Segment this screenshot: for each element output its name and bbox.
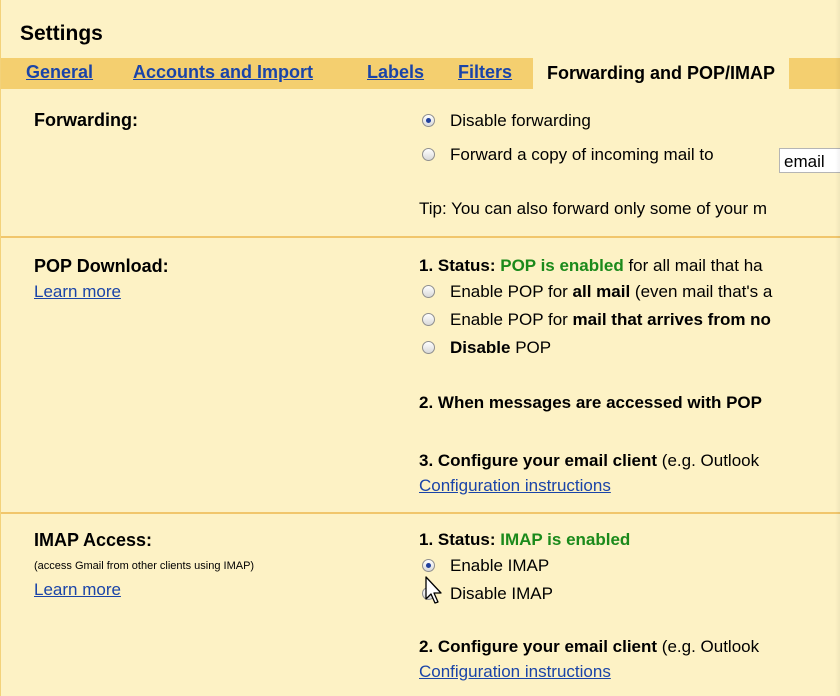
settings-panel: Settings General Accounts and Import Lab… bbox=[0, 0, 840, 696]
tab-labels[interactable]: Labels bbox=[367, 62, 424, 83]
pop-status-value: POP is enabled bbox=[500, 256, 624, 275]
tab-filters[interactable]: Filters bbox=[458, 62, 512, 83]
disable-imap-label: Disable IMAP bbox=[450, 584, 553, 603]
imap-access-label: IMAP Access: bbox=[34, 530, 153, 550]
tab-forwarding-pop-imap[interactable]: Forwarding and POP/IMAP bbox=[533, 58, 790, 89]
imap-step2: 2. Configure your email client (e.g. Out… bbox=[419, 637, 759, 657]
radio-selected-icon[interactable] bbox=[422, 114, 435, 127]
radio-unselected-icon[interactable] bbox=[422, 341, 435, 354]
pop-configuration-link[interactable]: Configuration instructions bbox=[419, 476, 611, 496]
imap-learn-more-link[interactable]: Learn more bbox=[34, 580, 121, 600]
imap-configuration-link[interactable]: Configuration instructions bbox=[419, 662, 611, 682]
disable-forwarding-label: Disable forwarding bbox=[450, 111, 591, 130]
pop-step2: 2. When messages are accessed with POP bbox=[419, 393, 762, 412]
pop-all-mail-text: Enable POP for bbox=[450, 282, 573, 301]
pop-new-mail-text: Enable POP for bbox=[450, 310, 573, 329]
tab-accounts-and-import[interactable]: Accounts and Import bbox=[133, 62, 313, 83]
radio-unselected-icon[interactable] bbox=[422, 313, 435, 326]
pop-step3-rest: (e.g. Outlook bbox=[657, 451, 760, 470]
pop-divider bbox=[1, 236, 840, 238]
radio-unselected-icon[interactable] bbox=[422, 285, 435, 298]
pop-disable-text: POP bbox=[510, 338, 552, 357]
imap-status-prefix: 1. Status: bbox=[419, 530, 501, 549]
enable-imap-label: Enable IMAP bbox=[450, 556, 550, 575]
forwarding-tip: Tip: You can also forward only some of y… bbox=[419, 199, 768, 218]
imap-divider bbox=[1, 512, 840, 514]
forward-copy-label: Forward a copy of incoming mail to bbox=[450, 145, 714, 164]
radio-unselected-icon[interactable] bbox=[422, 148, 435, 161]
imap-status-value: IMAP is enabled bbox=[500, 530, 631, 549]
page-title: Settings bbox=[20, 22, 103, 45]
tab-general[interactable]: General bbox=[26, 62, 93, 83]
pop-learn-more-link[interactable]: Learn more bbox=[34, 282, 121, 302]
imap-status: 1. Status: IMAP is enabled bbox=[419, 530, 630, 550]
settings-tab-bar: General Accounts and Import Labels Filte… bbox=[1, 58, 840, 89]
window-edge-shadow bbox=[835, 0, 840, 696]
forwarding-label: Forwarding: bbox=[34, 110, 138, 130]
pop-step3-bold: 3. Configure your email client bbox=[419, 451, 658, 470]
forward-email-select[interactable]: email bbox=[779, 148, 840, 173]
radio-selected-icon[interactable] bbox=[422, 559, 435, 572]
pop-step3: 3. Configure your email client (e.g. Out… bbox=[419, 451, 759, 471]
pop-status-suffix: for all mail that ha bbox=[623, 256, 763, 275]
pop-download-label: POP Download: bbox=[34, 256, 169, 276]
imap-step2-rest: (e.g. Outlook bbox=[657, 637, 760, 656]
pop-new-mail-bold: mail that arrives from no bbox=[572, 310, 771, 329]
pop-status-prefix: 1. Status: bbox=[419, 256, 501, 275]
pop-status: 1. Status: POP is enabled for all mail t… bbox=[419, 256, 763, 276]
pop-all-mail-bold: all mail bbox=[572, 282, 631, 301]
imap-step2-bold: 2. Configure your email client bbox=[419, 637, 658, 656]
pop-disable-bold: Disable bbox=[450, 338, 511, 357]
imap-subtext: (access Gmail from other clients using I… bbox=[34, 560, 255, 572]
mouse-cursor-icon bbox=[425, 576, 442, 604]
pop-all-mail-note: (even mail that's a bbox=[630, 282, 773, 301]
